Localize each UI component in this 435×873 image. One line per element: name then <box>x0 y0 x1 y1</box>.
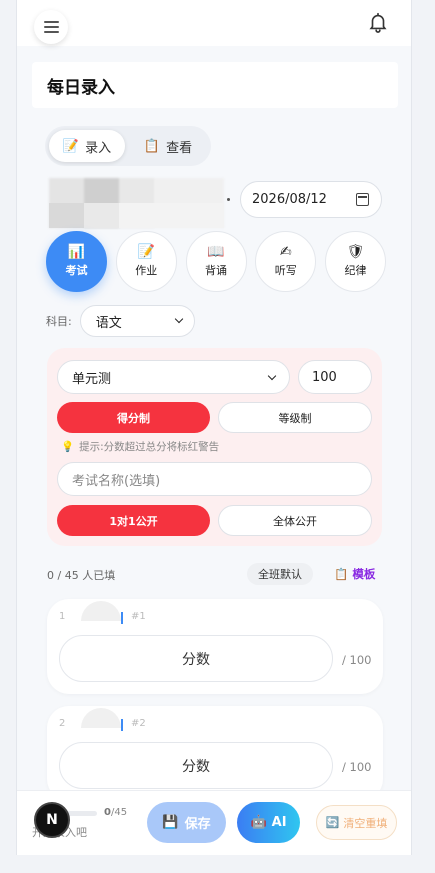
category-dictation[interactable]: ✍ 听写 <box>255 231 317 292</box>
student-name-marker <box>121 612 123 624</box>
page-title: 每日录入 <box>47 77 115 98</box>
subject-value: 语文 <box>95 315 122 331</box>
memo-icon: 📝 <box>62 138 80 154</box>
score-placeholder: 分数 <box>182 651 210 668</box>
exam-name-placeholder: 考试名称(选填) <box>72 473 161 489</box>
hint-label: 提示:分数超过总分将标红警告 <box>79 441 220 453</box>
memo-icon: 📝 <box>137 244 155 260</box>
page-title-card: 每日录入 <box>32 62 398 108</box>
score-input[interactable]: 分数 <box>59 742 333 789</box>
menu-icon[interactable] <box>34 10 68 44</box>
one-on-one-button[interactable]: 1对1公开 <box>57 505 210 536</box>
score-placeholder: 分数 <box>182 758 210 775</box>
student-id: #2 <box>131 718 146 729</box>
subject-label: 科目: <box>46 315 72 328</box>
subject-select[interactable]: 语文 <box>79 305 195 337</box>
max-score-input[interactable]: 100 <box>298 360 372 394</box>
n-badge-icon[interactable]: N <box>34 802 70 838</box>
category-recite-label: 背诵 <box>205 264 227 277</box>
category-homework[interactable]: 📝 作业 <box>115 231 177 292</box>
tab-entry-label: 录入 <box>85 140 112 156</box>
lightbulb-icon: 💡 <box>61 441 75 453</box>
clear-button[interactable]: 🔄 清空重填 <box>316 805 397 840</box>
student-index: 2 <box>59 718 66 729</box>
category-exam-label: 考试 <box>65 264 88 277</box>
student-card: 2 #2 分数 / 100 <box>47 706 383 801</box>
class-default-button[interactable]: 全班默认 <box>247 563 313 585</box>
robot-icon: 🤖 <box>250 815 267 830</box>
progress-text: 0/45 <box>104 807 127 818</box>
clipboard-icon: 📋 <box>334 567 349 581</box>
shield-icon: 🛡 <box>346 244 365 260</box>
exam-name-input[interactable]: 考试名称(选填) <box>57 462 372 496</box>
save-button[interactable]: 💾 保存 <box>147 802 226 843</box>
tab-view[interactable]: 📋 查看 <box>131 130 205 162</box>
chart-icon: 📊 <box>67 244 86 260</box>
category-homework-label: 作业 <box>135 264 158 277</box>
blurred-class-selector-lower <box>49 203 224 228</box>
tab-entry[interactable]: 📝 录入 <box>49 130 125 162</box>
max-score-value: 100 <box>312 369 337 385</box>
student-name-marker <box>121 719 123 731</box>
score-max-label: / 100 <box>342 653 372 667</box>
calendar-icon[interactable] <box>356 193 369 206</box>
public-all-button[interactable]: 全体公开 <box>218 505 372 536</box>
progress-done: 0 <box>104 807 111 818</box>
reset-icon: 🔄 <box>325 816 340 829</box>
subject-row: 科目: 语文 <box>46 305 195 337</box>
date-value: 2026/08/12 <box>252 192 327 207</box>
chevron-down-icon <box>174 314 183 324</box>
category-exam[interactable]: 📊 考试 <box>46 231 107 292</box>
clear-label: 清空重填 <box>343 816 388 830</box>
exam-type-value: 单元测 <box>72 371 112 387</box>
app-shell: 每日录入 📝 录入 📋 查看 2026/08/12 📊 考试 📝 作业 📖 背诵 <box>16 0 412 855</box>
top-bar <box>17 0 411 46</box>
template-button[interactable]: 📋 模板 <box>334 566 375 582</box>
clipboard-icon: 📋 <box>143 138 161 154</box>
mode-tabs: 📝 录入 📋 查看 <box>45 126 211 166</box>
bottom-action-bar: 0/45 开始录入吧 N 💾 保存 🤖 AI 🔄 清空重填 <box>17 790 411 855</box>
date-input[interactable]: 2026/08/12 <box>240 181 382 218</box>
filled-count: 0 / 45 人已填 <box>47 569 116 582</box>
writing-hand-icon: ✍ <box>279 244 292 260</box>
chevron-down-icon <box>267 371 277 381</box>
category-recite[interactable]: 📖 背诵 <box>185 231 247 292</box>
progress-bar <box>65 811 97 816</box>
grade-mode-button[interactable]: 等级制 <box>218 402 372 433</box>
bell-icon[interactable] <box>367 10 389 34</box>
progress-total: /45 <box>110 807 128 818</box>
category-selector: 📊 考试 📝 作业 📖 背诵 ✍ 听写 🛡 纪律 <box>46 231 386 293</box>
save-icon: 💾 <box>162 815 179 830</box>
category-discipline-label: 纪律 <box>344 264 367 277</box>
student-id: #1 <box>131 611 146 622</box>
progress-summary: 0 / 45 人已填 全班默认 📋 模板 <box>47 563 387 585</box>
score-mode-button[interactable]: 得分制 <box>57 402 210 433</box>
category-dictation-label: 听写 <box>274 264 297 277</box>
ai-label: AI <box>271 815 287 830</box>
selector-dot <box>227 198 230 201</box>
book-icon: 📖 <box>207 244 225 260</box>
score-max-label: / 100 <box>342 760 372 774</box>
ai-button[interactable]: 🤖 AI <box>237 802 300 843</box>
score-input[interactable]: 分数 <box>59 635 333 682</box>
template-label: 模板 <box>352 567 376 581</box>
student-index: 1 <box>59 611 66 622</box>
save-label: 保存 <box>184 817 211 832</box>
tab-view-label: 查看 <box>166 140 193 156</box>
hint-text: 💡 提示:分数超过总分将标红警告 <box>61 439 219 454</box>
exam-type-select[interactable]: 单元测 <box>57 360 290 394</box>
category-discipline[interactable]: 🛡 纪律 <box>325 231 386 292</box>
student-card: 1 #1 分数 / 100 <box>47 599 383 694</box>
exam-settings-panel: 单元测 100 得分制 等级制 💡 提示:分数超过总分将标红警告 考试名称(选填… <box>47 348 382 546</box>
